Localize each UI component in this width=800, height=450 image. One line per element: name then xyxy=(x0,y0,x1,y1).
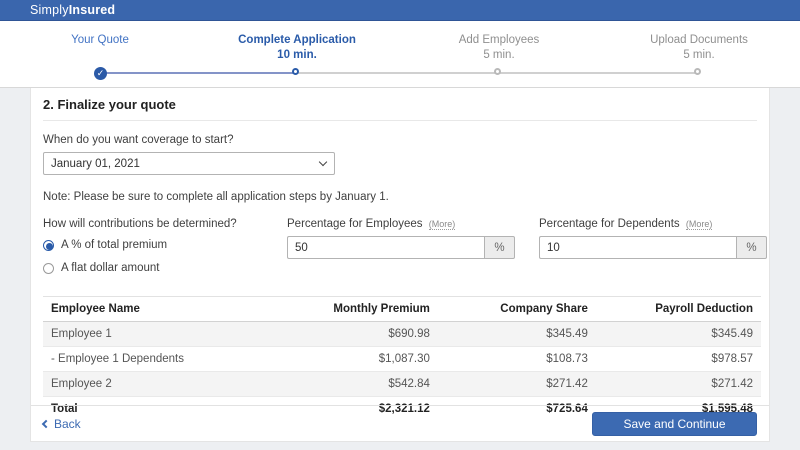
step-label: Your Quote xyxy=(71,34,129,46)
finalize-quote-card: 2. Finalize your quote When do you want … xyxy=(30,88,770,442)
chevron-left-icon xyxy=(42,419,50,427)
table-row: Employee 1 $690.98 $345.49 $345.49 xyxy=(43,322,761,347)
contributions-label: How will contributions be determined? xyxy=(43,218,287,230)
dependents-percent-label-row: Percentage for Dependents (More) xyxy=(539,218,767,230)
step-sublabel: 10 min. xyxy=(202,48,392,63)
step-label: Add Employees xyxy=(459,34,540,46)
cell-premium: $1,087.30 xyxy=(287,347,438,372)
col-monthly-premium: Monthly Premium xyxy=(287,297,438,322)
cell-premium: $542.84 xyxy=(287,372,438,397)
step-add-employees: Add Employees 5 min. xyxy=(404,33,594,63)
dependents-percent-input[interactable] xyxy=(539,236,736,259)
chevron-down-icon xyxy=(319,158,327,166)
back-label: Back xyxy=(54,417,81,431)
deadline-note: Note: Please be sure to complete all app… xyxy=(43,191,757,203)
table-row: - Employee 1 Dependents $1,087.30 $108.7… xyxy=(43,347,761,372)
radio-percent-label: A % of total premium xyxy=(61,239,167,251)
progress-stepper: Your Quote Complete Application 10 min. … xyxy=(0,21,800,88)
percent-suffix: % xyxy=(736,236,767,259)
radio-selected-icon[interactable] xyxy=(43,240,54,251)
cell-payroll: $978.57 xyxy=(596,347,761,372)
premium-table: Employee Name Monthly Premium Company Sh… xyxy=(43,296,761,421)
step-label: Upload Documents xyxy=(650,34,748,46)
employees-percent-label: Percentage for Employees xyxy=(287,218,423,230)
coverage-start-select[interactable]: January 01, 2021 xyxy=(43,152,335,175)
coverage-start-label: When do you want coverage to start? xyxy=(43,134,757,146)
save-and-continue-button[interactable]: Save and Continue xyxy=(592,412,757,436)
coverage-start-value: January 01, 2021 xyxy=(51,158,140,170)
table-header-row: Employee Name Monthly Premium Company Sh… xyxy=(43,297,761,322)
step-upcoming-dot-icon xyxy=(494,68,501,75)
radio-flat-label: A flat dollar amount xyxy=(61,262,159,274)
cell-name: Employee 2 xyxy=(43,372,287,397)
cell-payroll: $345.49 xyxy=(596,322,761,347)
radio-flat-dollar[interactable]: A flat dollar amount xyxy=(43,262,287,274)
contributions-section: How will contributions be determined? A … xyxy=(43,218,757,274)
brand-logo: SimplyInsured xyxy=(30,3,115,17)
step-current-dot-icon xyxy=(292,68,299,75)
brand-bold: Insured xyxy=(69,3,116,17)
top-bar: SimplyInsured xyxy=(0,0,800,21)
step-upcoming-dot-icon xyxy=(694,68,701,75)
stepper-track-completed xyxy=(100,72,297,74)
back-button[interactable]: Back xyxy=(43,417,81,431)
cell-premium: $690.98 xyxy=(287,322,438,347)
col-employee-name: Employee Name xyxy=(43,297,287,322)
card-footer: Back Save and Continue xyxy=(31,405,769,441)
cell-payroll: $271.42 xyxy=(596,372,761,397)
dependents-more-link[interactable]: (More) xyxy=(686,219,713,230)
col-payroll-deduction: Payroll Deduction xyxy=(596,297,761,322)
employees-percент-label-row: Percentage for Employees (More) xyxy=(287,218,515,230)
cell-company: $345.49 xyxy=(438,322,596,347)
cell-name: Employee 1 xyxy=(43,322,287,347)
step-label: Complete Application xyxy=(238,34,356,46)
dependents-percent-label: Percentage for Dependents xyxy=(539,218,680,230)
step-your-quote[interactable]: Your Quote xyxy=(5,33,195,48)
cell-company: $108.73 xyxy=(438,347,596,372)
radio-percent-of-premium[interactable]: A % of total premium xyxy=(43,239,287,251)
step-sublabel: 5 min. xyxy=(404,48,594,63)
radio-unselected-icon[interactable] xyxy=(43,263,54,274)
employees-more-link[interactable]: (More) xyxy=(429,219,456,230)
step-upload-documents: Upload Documents 5 min. xyxy=(604,33,794,63)
step-check-icon: ✓ xyxy=(94,67,107,80)
step-sublabel: 5 min. xyxy=(604,48,794,63)
brand-regular: Simply xyxy=(30,3,69,17)
col-company-share: Company Share xyxy=(438,297,596,322)
employees-percent-input[interactable] xyxy=(287,236,484,259)
table-row: Employee 2 $542.84 $271.42 $271.42 xyxy=(43,372,761,397)
cell-company: $271.42 xyxy=(438,372,596,397)
step-complete-application[interactable]: Complete Application 10 min. xyxy=(202,33,392,63)
cell-name: - Employee 1 Dependents xyxy=(43,347,287,372)
percent-suffix: % xyxy=(484,236,515,259)
page-title: 2. Finalize your quote xyxy=(43,88,757,121)
